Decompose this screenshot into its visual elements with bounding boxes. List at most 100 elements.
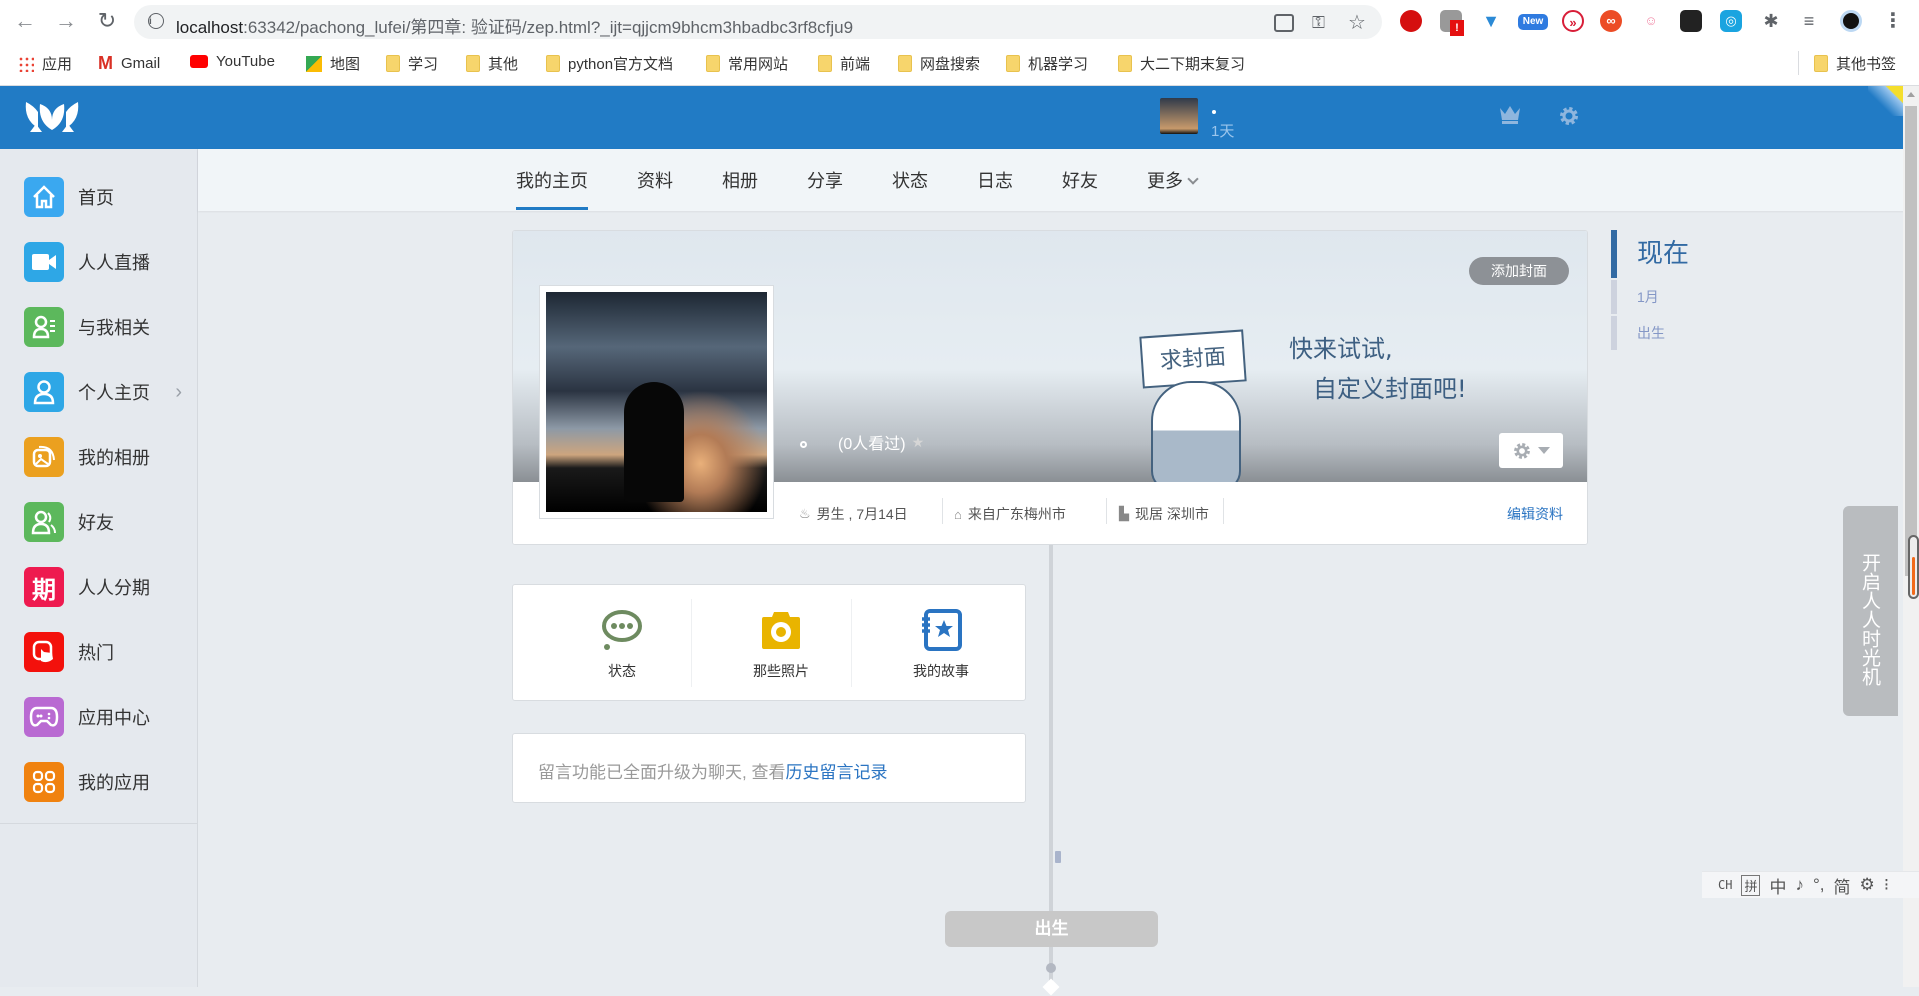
ime-halfwidth-icon[interactable]: ♪ — [1795, 875, 1804, 895]
sidebar-item-label: 我的应用 — [78, 773, 150, 793]
cover-placeholder-sign: 求封面 — [1139, 329, 1247, 389]
add-cover-button[interactable]: 添加封面 — [1469, 257, 1569, 285]
reload-button[interactable]: ↻ — [94, 8, 120, 34]
bookmark-maps[interactable]: 地图 — [306, 53, 360, 74]
vpn-extension-icon[interactable]: ▼ — [1480, 10, 1502, 32]
timeline-birth-pill[interactable]: 出生 — [945, 911, 1158, 947]
city-buildings-icon: ▙ — [1119, 506, 1129, 521]
bookmark-folder[interactable]: 常用网站 — [706, 53, 788, 74]
speed-extension-icon[interactable]: » — [1562, 10, 1584, 32]
url-text[interactable]: localhost:63342/pachong_lufei/第四章: 验证码/z… — [176, 13, 853, 38]
adblock-extension-icon[interactable] — [1400, 10, 1422, 32]
bookmark-folder[interactable]: 学习 — [386, 53, 438, 74]
tab-friends[interactable]: 好友 — [1062, 167, 1098, 207]
scrollbar-thumb[interactable] — [1905, 106, 1917, 576]
bookmark-folder[interactable]: 大二下期末复习 — [1118, 53, 1245, 74]
chrome-menu-icon[interactable]: ⋮ — [1882, 10, 1904, 32]
sidebar-item-albums[interactable]: 我的相册 — [24, 435, 194, 479]
bookmark-youtube[interactable]: YouTube — [190, 53, 275, 70]
ime-chinese-mode[interactable]: 中 — [1769, 873, 1786, 898]
sidebar-item-live[interactable]: 人人直播 — [24, 240, 194, 284]
star-icon[interactable]: ★ — [912, 434, 925, 451]
tab-status[interactable]: 状态 — [892, 167, 928, 207]
new-extension-icon[interactable]: New — [1518, 14, 1548, 30]
scroll-up-arrow[interactable] — [1907, 92, 1915, 97]
bookmark-label: 其他 — [488, 56, 519, 73]
bookmark-gmail[interactable]: M Gmail — [98, 53, 160, 74]
bookmark-star-icon[interactable]: ☆ — [1348, 10, 1366, 35]
other-bookmarks[interactable]: 其他书签 — [1814, 53, 1896, 74]
media-control-icon[interactable]: ≡ — [1798, 10, 1820, 32]
profile-tabs: 我的主页 资料 相册 分享 状态 日志 好友 更多 — [198, 149, 1904, 211]
site-info-icon[interactable]: i — [148, 13, 164, 29]
volume-indicator[interactable] — [1908, 535, 1919, 599]
timeline-marker[interactable] — [1055, 851, 1061, 863]
history-messages-link[interactable]: 历史留言记录 — [785, 763, 887, 782]
profile-avatar[interactable] — [539, 285, 774, 519]
ime-pinyin-mode[interactable]: 拼 — [1741, 874, 1761, 896]
sidebar-item-my-apps[interactable]: 我的应用 — [24, 760, 194, 804]
avatar-photo — [546, 292, 767, 512]
bookmark-folder[interactable]: python官方文档 — [546, 53, 673, 74]
cover-settings-button[interactable] — [1499, 433, 1563, 468]
sidebar-item-installment[interactable]: 期 人人分期 — [24, 565, 194, 609]
tab-my-homepage[interactable]: 我的主页 — [516, 167, 588, 210]
edit-profile-link[interactable]: 编辑资料 — [1507, 504, 1563, 524]
friends-icon — [24, 502, 64, 542]
timeline-end-diamond — [1042, 978, 1060, 996]
header-avatar[interactable] — [1160, 98, 1198, 134]
bookmark-label: 地图 — [330, 56, 361, 73]
tab-blog[interactable]: 日志 — [977, 167, 1013, 207]
bookmark-apps[interactable]: 应用 — [18, 53, 72, 74]
tab-more[interactable]: 更多 — [1147, 167, 1199, 207]
translate-blocked-icon[interactable] — [1274, 14, 1294, 32]
my-story-button[interactable]: 我的故事 — [861, 599, 1021, 689]
tab-profile-info[interactable]: 资料 — [637, 167, 673, 207]
key-icon[interactable]: ⚿ — [1312, 13, 1325, 33]
sidebar-item-home[interactable]: 首页 — [24, 175, 194, 219]
profile-avatar-icon[interactable] — [1840, 10, 1862, 32]
ime-settings-icon[interactable]: ⚙ — [1860, 875, 1875, 895]
ime-more-icon[interactable]: ⁝ — [1884, 875, 1889, 895]
address-bar[interactable]: i localhost:63342/pachong_lufei/第四章: 验证码… — [134, 5, 1382, 39]
sidebar-item-profile[interactable]: 个人主页 › — [24, 370, 194, 414]
bookmark-folder[interactable]: 前端 — [818, 53, 870, 74]
hex-extension-icon[interactable]: ◎ — [1720, 10, 1742, 32]
timeline-nav-item[interactable]: 出生 — [1611, 316, 1689, 350]
forward-button[interactable]: → — [53, 8, 79, 34]
sidebar-item-mentions[interactable]: 与我相关 — [24, 305, 194, 349]
folder-icon — [1814, 55, 1828, 72]
sidebar-item-app-center[interactable]: 应用中心 — [24, 695, 194, 739]
extensions-puzzle-icon[interactable]: ✱ — [1760, 10, 1782, 32]
sidebar-item-friends[interactable]: 好友 — [24, 500, 194, 544]
tab-albums[interactable]: 相册 — [722, 167, 758, 207]
renren-logo[interactable] — [22, 98, 82, 139]
sidebar-item-hot[interactable]: 热门 — [24, 630, 194, 674]
bilibili-extension-icon[interactable]: ☺ — [1640, 10, 1662, 32]
ime-simplified-mode[interactable]: 简 — [1834, 873, 1851, 898]
folder-icon — [706, 55, 720, 72]
infinity-extension-icon[interactable]: ∞ — [1600, 10, 1622, 32]
browser-toolbar: ← → ↻ i localhost:63342/pachong_lufei/第四… — [0, 0, 1919, 43]
upload-photos-button[interactable]: 那些照片 — [701, 599, 861, 689]
tampermonkey-extension-icon[interactable] — [1680, 10, 1702, 32]
bookmark-folder[interactable]: 网盘搜索 — [898, 53, 980, 74]
time-machine-button[interactable]: 开启人人时光机 — [1843, 506, 1898, 716]
story-book-icon — [922, 609, 962, 651]
youtube-icon — [190, 55, 208, 68]
tab-shares[interactable]: 分享 — [807, 167, 843, 207]
bookmark-folder[interactable]: 机器学习 — [1006, 53, 1088, 74]
ime-punctuation-icon[interactable]: °, — [1813, 875, 1825, 895]
bookmark-label: YouTube — [216, 53, 275, 70]
publish-status-button[interactable]: 状态 — [542, 599, 702, 689]
back-button[interactable]: ← — [12, 8, 38, 34]
sidebar-item-label: 人人直播 — [78, 253, 150, 273]
profile-view-count: (0人看过) ★ — [838, 430, 924, 454]
bookmark-folder[interactable]: 其他 — [466, 53, 518, 74]
timeline-nav-item[interactable]: 1月 — [1611, 280, 1689, 314]
timeline-nav-now[interactable]: 现在 — [1611, 230, 1689, 278]
crown-icon[interactable] — [1498, 104, 1522, 131]
settings-gear-icon[interactable] — [1557, 104, 1581, 133]
ime-lang-toggle[interactable]: CH — [1718, 878, 1732, 892]
extension-warning-icon[interactable]: ! — [1440, 10, 1464, 36]
